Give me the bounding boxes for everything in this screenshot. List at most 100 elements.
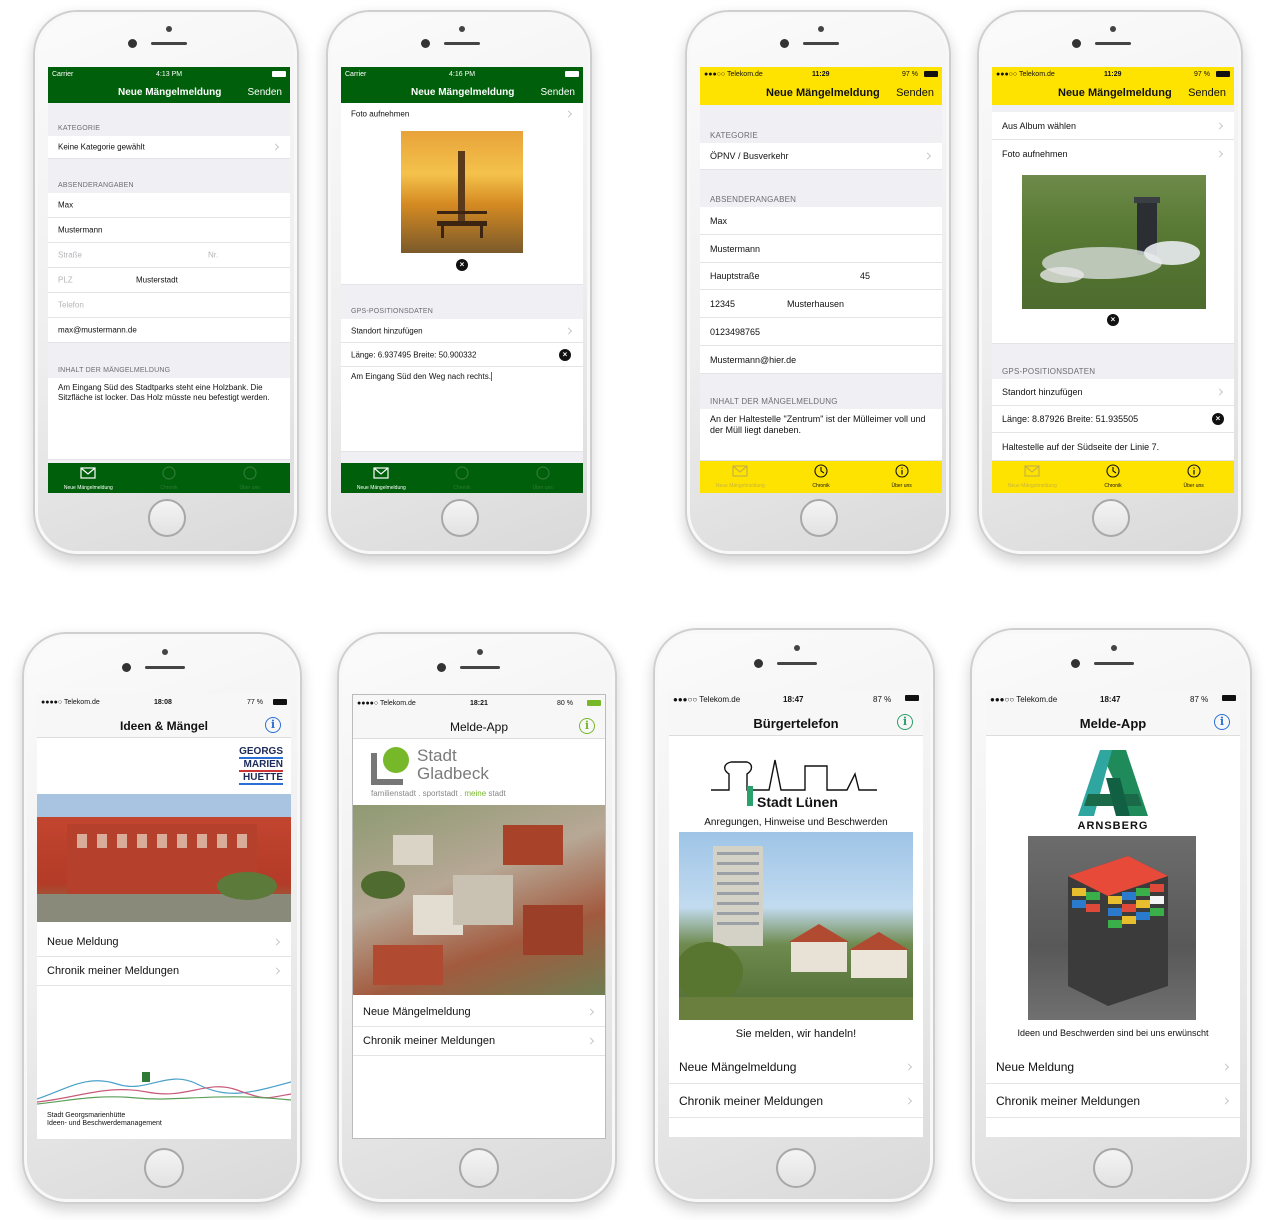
info-icon[interactable]: i: [265, 717, 281, 733]
front-camera: [122, 663, 131, 672]
email-field[interactable]: Mustermann@hier.de: [700, 346, 942, 374]
tab-history[interactable]: Chronik: [1073, 461, 1154, 491]
tab-new-report[interactable]: Neue Mängelmeldung: [48, 463, 129, 493]
battery-icon: [1216, 71, 1230, 77]
home-button[interactable]: [459, 1148, 499, 1188]
add-location-label: Standort hinzufügen: [351, 326, 423, 335]
tab-new-report[interactable]: Neue Mängelmeldung: [992, 461, 1073, 491]
tab-about[interactable]: Über uns: [1153, 461, 1234, 491]
footer-line: Ideen- und Beschwerdemanagement: [47, 1120, 162, 1127]
chevron-right-icon: [1215, 388, 1224, 396]
category-cell[interactable]: Keine Kategorie gewählt: [48, 136, 290, 159]
note-text: Haltestelle auf der Südseite der Linie 7…: [1002, 441, 1160, 452]
menu-new-report[interactable]: Neue Meldung: [986, 1050, 1240, 1084]
menu-history[interactable]: Chronik meiner Meldungen: [353, 1027, 605, 1056]
take-photo-cell[interactable]: Foto aufnehmen: [992, 140, 1234, 167]
home-button[interactable]: [800, 499, 838, 537]
phone-field[interactable]: 0123498765: [700, 318, 942, 346]
phone-frame-2: Carrier 4:16 PM Neue Mängelmeldung Sende…: [326, 10, 592, 556]
first-name-field[interactable]: Max: [700, 207, 942, 235]
tab-new-report[interactable]: Neue Mängelmeldung: [700, 461, 781, 491]
home-button[interactable]: [1093, 1148, 1133, 1188]
send-button[interactable]: Senden: [541, 87, 575, 98]
category-cell[interactable]: ÖPNV / Busverkehr: [700, 143, 942, 170]
first-name-field[interactable]: Max: [48, 193, 290, 218]
tab-history[interactable]: Chronik: [422, 463, 503, 493]
street-field[interactable]: Straße Nr.: [48, 243, 290, 268]
menu-new-report[interactable]: Neue Mängelmeldung: [353, 998, 605, 1027]
nav-bar: Bürgertelefon i: [669, 708, 923, 736]
content-textarea[interactable]: An der Haltestelle "Zentrum" ist der Mül…: [700, 409, 942, 461]
tab-label: Neue Mängelmeldung: [715, 483, 765, 489]
tab-about[interactable]: Über uns: [502, 463, 583, 493]
city-value: Musterstadt: [136, 275, 178, 285]
nav-title: Bürgertelefon: [753, 716, 839, 731]
screen-1: Carrier 4:13 PM Neue Mängelmeldung Sende…: [48, 67, 290, 493]
gladbeck-tagline: familienstadt . sportstadt . meine stadt: [371, 789, 506, 798]
photo-cell: ×: [992, 167, 1234, 344]
envelope-icon: [373, 467, 389, 479]
first-name-value: Max: [58, 200, 74, 210]
add-location-cell[interactable]: Standort hinzufügen: [341, 319, 583, 343]
menu-label: Chronik meiner Meldungen: [47, 965, 180, 977]
remove-location-icon[interactable]: ×: [559, 349, 571, 361]
note-textarea[interactable]: Am Eingang Süd den Weg nach rechts.: [341, 367, 583, 452]
sensor: [1110, 26, 1116, 32]
send-button[interactable]: Senden: [248, 87, 282, 98]
zip-city-field[interactable]: PLZ Musterstadt: [48, 268, 290, 293]
menu-new-report[interactable]: Neue Meldung: [37, 928, 291, 957]
phone-field[interactable]: Telefon: [48, 293, 290, 318]
zip-city-field[interactable]: 12345 Musterhausen: [700, 290, 942, 318]
battery-icon: [924, 71, 938, 77]
home-button[interactable]: [776, 1148, 816, 1188]
menu-new-report[interactable]: Neue Mängelmeldung: [669, 1050, 923, 1084]
remove-photo-icon[interactable]: ×: [456, 259, 468, 271]
chevron-right-icon: [1221, 1096, 1230, 1105]
battery-icon: [587, 700, 601, 706]
add-location-cell[interactable]: Standort hinzufügen: [992, 379, 1234, 406]
nav-bar: Melde-App i: [353, 713, 605, 739]
take-photo-cell[interactable]: Foto aufnehmen: [341, 103, 583, 125]
clock-icon: [814, 464, 828, 478]
note-textarea[interactable]: Haltestelle auf der Südseite der Linie 7…: [992, 433, 1234, 461]
tab-history[interactable]: Chronik: [781, 461, 862, 491]
info-icon[interactable]: i: [1214, 714, 1230, 730]
luenen-logo-text: Stadt Lünen: [757, 794, 838, 810]
send-button[interactable]: Senden: [896, 87, 934, 99]
screen-7: ●●●○○ Telekom.de 18:47 87 % Bürgertelefo…: [669, 690, 923, 1137]
menu-history[interactable]: Chronik meiner Meldungen: [986, 1084, 1240, 1118]
choose-album-cell[interactable]: Aus Album wählen: [992, 112, 1234, 140]
street-field[interactable]: Hauptstraße 45: [700, 263, 942, 290]
tab-label: Über uns: [239, 485, 260, 491]
last-name-field[interactable]: Mustermann: [700, 235, 942, 263]
tab-history[interactable]: Chronik: [129, 463, 210, 493]
remove-photo-icon[interactable]: ×: [1107, 314, 1119, 326]
home-button[interactable]: [1092, 499, 1130, 537]
remove-location-icon[interactable]: ×: [1212, 413, 1224, 425]
send-button[interactable]: Senden: [1188, 87, 1226, 99]
battery-icon: [1222, 695, 1236, 701]
info-icon[interactable]: i: [579, 718, 595, 734]
nav-title: Melde-App: [1079, 716, 1147, 731]
clock: 4:16 PM: [449, 71, 476, 78]
tab-about[interactable]: Über uns: [209, 463, 290, 493]
home-button[interactable]: [144, 1148, 184, 1188]
menu-label: Neue Meldung: [996, 1059, 1075, 1074]
menu-history[interactable]: Chronik meiner Meldungen: [37, 957, 291, 986]
screen-3: ●●●○○ Telekom.de 11:29 97 % Neue Mängelm…: [700, 67, 942, 493]
nav-title: Neue Mängelmeldung: [411, 87, 515, 98]
home-button[interactable]: [148, 499, 186, 537]
email-field[interactable]: max@mustermann.de: [48, 318, 290, 343]
content-textarea[interactable]: Am Eingang Süd des Stadtparks steht eine…: [48, 378, 290, 460]
tab-bar: Neue Mängelmeldung Chronik Über uns: [992, 461, 1234, 493]
nav-title: Neue Mängelmeldung: [118, 87, 222, 98]
front-camera: [1072, 39, 1081, 48]
tab-about[interactable]: Über uns: [861, 461, 942, 491]
footer-text: Stadt Georgsmarienhütte Ideen- und Besch…: [47, 1112, 162, 1128]
home-button[interactable]: [441, 499, 479, 537]
info-icon[interactable]: i: [897, 714, 913, 730]
tab-new-report[interactable]: Neue Mängelmeldung: [341, 463, 422, 493]
menu-history[interactable]: Chronik meiner Meldungen: [669, 1084, 923, 1118]
info-icon: [1187, 464, 1201, 478]
last-name-field[interactable]: Mustermann: [48, 218, 290, 243]
